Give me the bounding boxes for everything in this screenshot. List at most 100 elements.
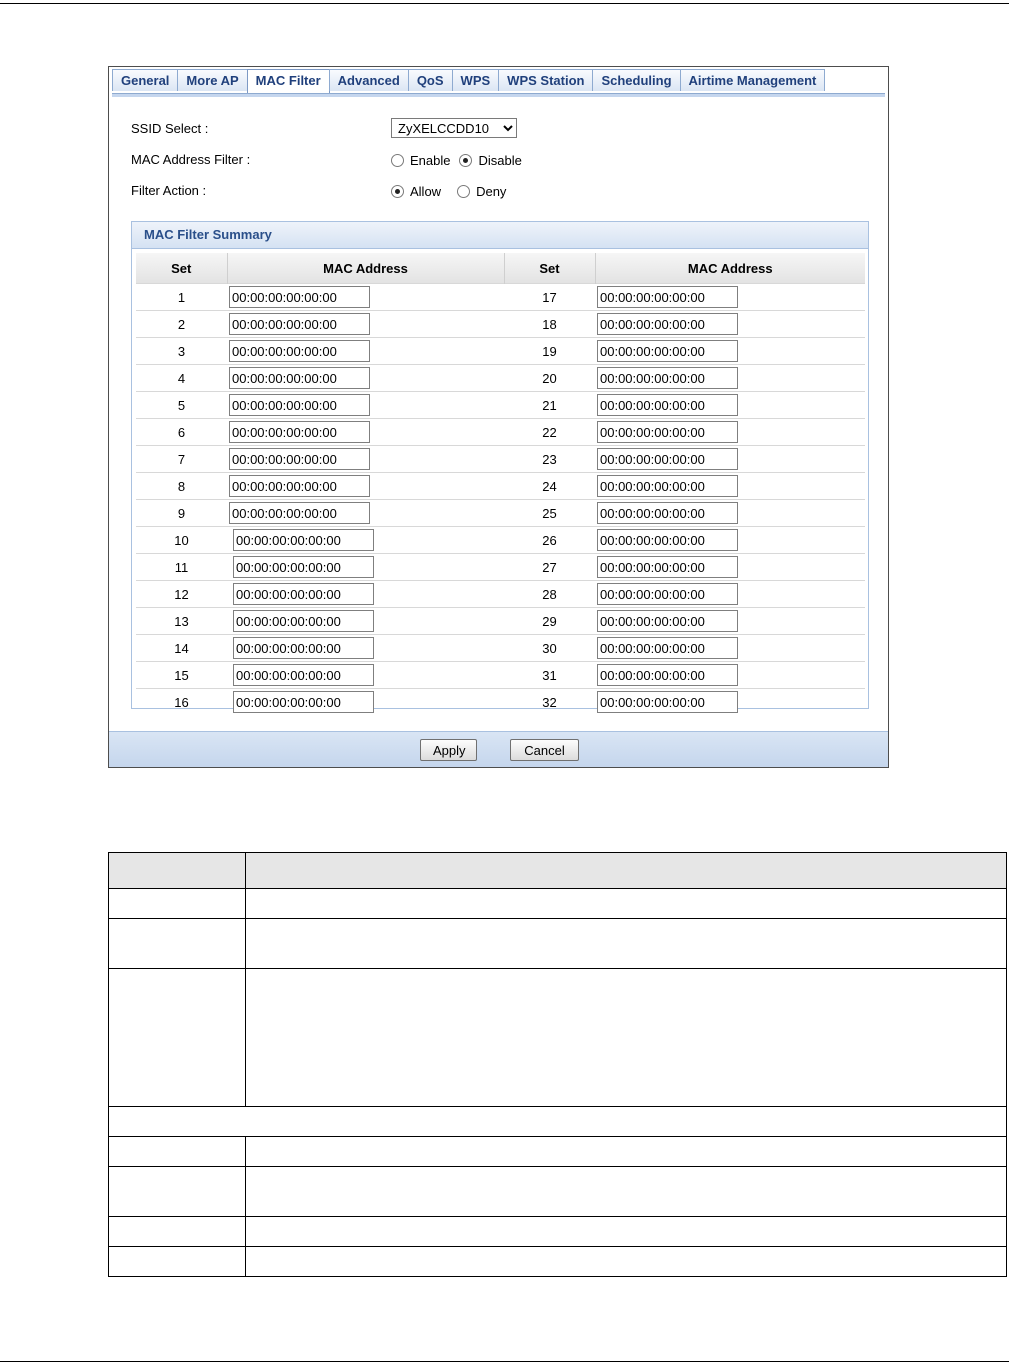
tab-wps[interactable]: WPS (451, 69, 500, 91)
mac-address-input[interactable] (597, 421, 738, 443)
disable-radio[interactable] (459, 154, 473, 167)
set-number: 22 (504, 418, 595, 446)
mac-cell (227, 418, 504, 446)
mac-address-input[interactable] (229, 502, 370, 524)
doc-table-section-row (108, 1106, 1007, 1137)
mac-address-input[interactable] (233, 583, 374, 605)
mac-address-input[interactable] (597, 340, 738, 362)
mac-cell (595, 580, 865, 608)
filter-action-label: Filter Action : (131, 183, 207, 198)
tab-qos[interactable]: QoS (407, 69, 453, 91)
mac-address-input[interactable] (597, 502, 738, 524)
mac-cell (595, 526, 865, 554)
tab-underline (112, 93, 885, 97)
mac-cell (595, 553, 865, 581)
tab-airtime-management[interactable]: Airtime Management (679, 69, 826, 91)
set-number: 26 (504, 526, 595, 554)
mac-address-input[interactable] (229, 421, 370, 443)
allow-label: Allow (410, 184, 442, 199)
mac-address-input[interactable] (597, 313, 738, 335)
tab-general[interactable]: General (112, 69, 179, 91)
mac-address-input[interactable] (597, 286, 738, 308)
mac-address-input[interactable] (597, 529, 738, 551)
mac-address-input[interactable] (233, 691, 374, 713)
mac-address-input[interactable] (597, 610, 738, 632)
mac-address-input[interactable] (597, 448, 738, 470)
mac-address-input[interactable] (597, 556, 738, 578)
table-row: 6 22 (136, 418, 865, 446)
mac-address-input[interactable] (229, 394, 370, 416)
mac-filter-summary: MAC Filter Summary Set MAC Address Set M… (131, 221, 869, 715)
tab-mac-filter[interactable]: MAC Filter (246, 69, 330, 94)
mac-address-input[interactable] (233, 664, 374, 686)
table-row: 4 20 (136, 364, 865, 392)
table-row: 7 23 (136, 445, 865, 473)
table-row: 3 19 (136, 337, 865, 365)
mac-cell (227, 472, 504, 500)
cancel-button[interactable]: Cancel (510, 739, 579, 761)
mac-cell (595, 472, 865, 500)
mac-address-input[interactable] (597, 367, 738, 389)
tab-advanced[interactable]: Advanced (328, 69, 409, 91)
mac-address-input[interactable] (597, 664, 738, 686)
doc-table-row (108, 1166, 1008, 1217)
mac-cell (227, 634, 504, 662)
mac-address-input[interactable] (233, 556, 374, 578)
mac-address-input[interactable] (597, 637, 738, 659)
mac-address-input[interactable] (597, 691, 738, 713)
mac-address-input[interactable] (233, 529, 374, 551)
tab-wps-station[interactable]: WPS Station (498, 69, 594, 91)
set-number: 1 (136, 283, 227, 311)
mac-cell (227, 337, 504, 365)
mac-cell (595, 499, 865, 527)
set-number: 18 (504, 310, 595, 338)
doc-table-row (108, 1216, 1008, 1247)
mac-address-input[interactable] (229, 340, 370, 362)
set-number: 20 (504, 364, 595, 392)
ssid-select[interactable]: ZyXELCCDD10 (391, 118, 517, 138)
deny-radio[interactable] (457, 185, 471, 198)
set-number: 11 (136, 553, 227, 581)
mac-address-input[interactable] (233, 637, 374, 659)
enable-label: Enable (410, 153, 451, 168)
mac-cell (595, 337, 865, 365)
mac-cell (227, 445, 504, 473)
apply-button[interactable]: Apply (420, 739, 477, 761)
set-number: 27 (504, 553, 595, 581)
mac-cell (595, 661, 865, 689)
mac-cell (227, 283, 504, 311)
set-number: 3 (136, 337, 227, 365)
mac-cell (227, 688, 504, 715)
set-number: 15 (136, 661, 227, 689)
mac-address-input[interactable] (597, 583, 738, 605)
mac-address-input[interactable] (229, 448, 370, 470)
tab-more-ap[interactable]: More AP (177, 69, 248, 91)
mac-address-input[interactable] (229, 367, 370, 389)
mac-address-input[interactable] (597, 475, 738, 497)
set-number: 12 (136, 580, 227, 608)
mac-cell (595, 310, 865, 338)
mac-address-input[interactable] (229, 313, 370, 335)
mac-address-input[interactable] (597, 394, 738, 416)
set-number: 4 (136, 364, 227, 392)
mac-filter-screen: General More AP MAC Filter Advanced QoS WPS WP… (108, 66, 889, 768)
table-row: 12 28 (136, 580, 865, 608)
tab-scheduling[interactable]: Scheduling (592, 69, 681, 91)
enable-radio[interactable] (391, 154, 404, 167)
table-row: 1531 (136, 661, 865, 689)
field-description-table (108, 852, 1008, 1277)
table-row: 11 27 (136, 553, 865, 581)
mac-cell (227, 364, 504, 392)
mac-address-input[interactable] (229, 475, 370, 497)
mac-address-input[interactable] (233, 610, 374, 632)
set-number: 13 (136, 607, 227, 635)
mac-table: Set MAC Address Set MAC Address 11721831… (136, 253, 865, 715)
mac-cell (595, 607, 865, 635)
mac-address-input[interactable] (229, 286, 370, 308)
set-number: 9 (136, 499, 227, 527)
set-number: 2 (136, 310, 227, 338)
allow-radio[interactable] (391, 185, 404, 198)
mac-cell (595, 283, 865, 311)
mac-cell (227, 310, 504, 338)
doc-table-row (108, 918, 1008, 969)
